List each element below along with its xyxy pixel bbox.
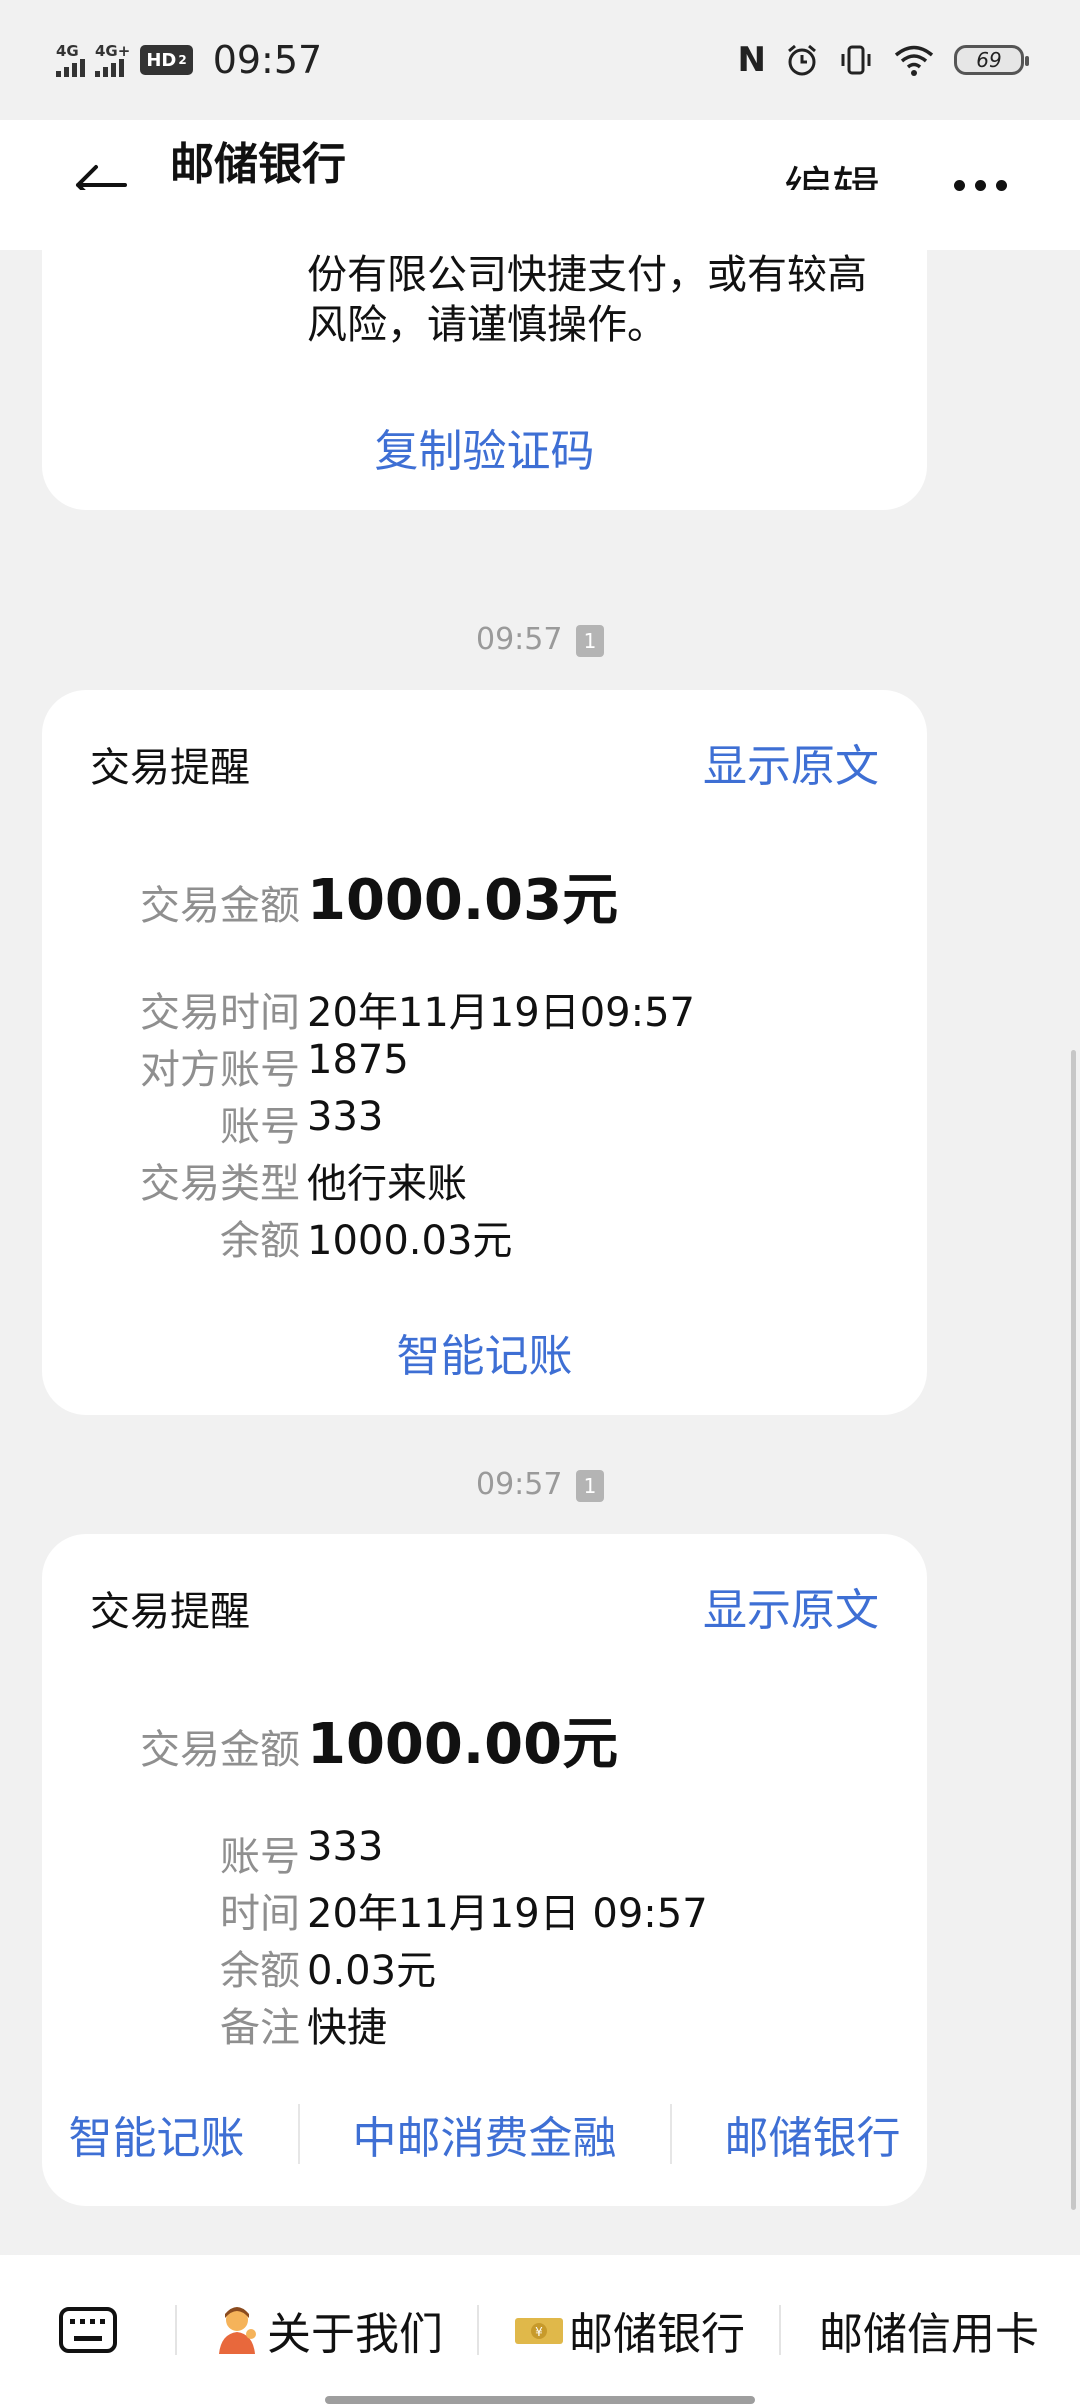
- postal-bank-button[interactable]: 邮储银行: [725, 2102, 901, 2166]
- field-label: 交易时间: [140, 990, 300, 1036]
- home-indicator[interactable]: [325, 2396, 755, 2404]
- nfc-icon: N: [737, 40, 766, 80]
- vibrate-icon: [841, 45, 871, 75]
- smart-bookkeeping-button[interactable]: 智能记账: [69, 2102, 245, 2166]
- message-text: 份有限公司快捷支付，或有较高风险，请谨慎操作。: [307, 252, 867, 348]
- hd-voice-icon: HD 2: [140, 45, 193, 75]
- contact-name: 邮储银行: [170, 139, 346, 190]
- field-label: 备注: [220, 2005, 300, 2051]
- field-label: 账号: [220, 1104, 300, 1150]
- amount-label: 交易金额: [140, 883, 300, 929]
- message-timestamp: 09:57 1: [0, 1467, 1080, 1502]
- transaction-card[interactable]: 交易提醒 显示原文 交易金额 1000.00元 账号 333 时间 20年11月…: [42, 1534, 927, 2206]
- field-value: 1875: [307, 1037, 409, 1083]
- field-value: 快捷: [307, 2005, 387, 2051]
- menu-postal-credit-card[interactable]: 邮储信用卡: [781, 2298, 1077, 2362]
- message-timestamp: 09:57 1: [0, 622, 1080, 657]
- smart-bookkeeping-button[interactable]: 智能记账: [397, 1320, 573, 1384]
- menu-label: 邮储信用卡: [819, 2309, 1039, 2360]
- divider: [669, 2104, 672, 2164]
- signal-bars-icon: [56, 58, 85, 77]
- person-tipping-hand-icon: [219, 2307, 256, 2354]
- sim-card-icon: 1: [576, 624, 604, 657]
- signal-strength-4g-plus: 4G+: [95, 41, 131, 77]
- status-bar: 4G 4G+ HD 2 09:57 N 69: [0, 0, 1080, 120]
- field-label: 账号: [220, 1834, 300, 1880]
- money-icon: ¥: [515, 2318, 563, 2344]
- keyboard-icon: [58, 2307, 117, 2353]
- message-bubble[interactable]: 份有限公司快捷支付，或有较高风险，请谨慎操作。 复制验证码: [42, 190, 927, 510]
- scrollbar[interactable]: [1071, 1050, 1076, 2210]
- menu-about-us[interactable]: 关于我们: [177, 2298, 477, 2362]
- field-label: 余额: [220, 1948, 300, 1994]
- field-value: 333: [307, 1094, 384, 1140]
- field-value: 1000.03元: [307, 1218, 513, 1264]
- divider: [297, 2104, 300, 2164]
- field-value: 20年11月19日09:57: [307, 990, 695, 1036]
- more-options-button[interactable]: [940, 150, 1020, 220]
- bottom-menu-bar: 关于我们 ¥ 邮储银行 邮储信用卡: [0, 2255, 1080, 2408]
- svg-text:¥: ¥: [535, 2325, 543, 2339]
- field-label: 余额: [220, 1218, 300, 1264]
- signal-strength-4g: 4G: [56, 41, 85, 77]
- field-label: 时间: [220, 1891, 300, 1937]
- zhongyou-consumer-finance-button[interactable]: 中邮消费金融: [353, 2102, 617, 2166]
- copy-code-button[interactable]: 复制验证码: [42, 415, 927, 479]
- menu-postal-bank[interactable]: ¥ 邮储银行: [479, 2298, 779, 2362]
- signal-bars-icon: [95, 58, 124, 77]
- alarm-icon: [788, 44, 816, 76]
- field-label: 对方账号: [140, 1047, 300, 1093]
- menu-label: 邮储银行: [569, 2309, 745, 2360]
- network-type-label: 4G+: [95, 41, 131, 60]
- field-value: 20年11月19日 09:57: [307, 1891, 708, 1937]
- field-value: 0.03元: [307, 1948, 437, 1994]
- show-original-button[interactable]: 显示原文: [703, 730, 879, 794]
- card-heading: 交易提醒: [90, 1589, 250, 1635]
- sim-card-icon: 1: [576, 1469, 604, 1502]
- amount-label: 交易金额: [140, 1727, 300, 1773]
- field-label: 交易类型: [140, 1161, 300, 1207]
- field-value: 他行来账: [307, 1161, 467, 1207]
- amount-value: 1000.00元: [307, 1712, 619, 1777]
- menu-label: 关于我们: [267, 2309, 443, 2360]
- card-heading: 交易提醒: [90, 745, 250, 791]
- battery-icon: 69: [954, 45, 1029, 75]
- show-original-button[interactable]: 显示原文: [703, 1574, 879, 1638]
- amount-value: 1000.03元: [307, 868, 619, 933]
- field-value: 333: [307, 1824, 384, 1870]
- transaction-card[interactable]: 交易提醒 显示原文 交易金额 1000.03元 交易时间 20年11月19日09…: [42, 690, 927, 1415]
- network-type-label: 4G: [56, 41, 79, 60]
- wifi-icon: [894, 45, 934, 76]
- status-time: 09:57: [212, 38, 323, 82]
- keyboard-toggle-button[interactable]: [0, 2306, 175, 2354]
